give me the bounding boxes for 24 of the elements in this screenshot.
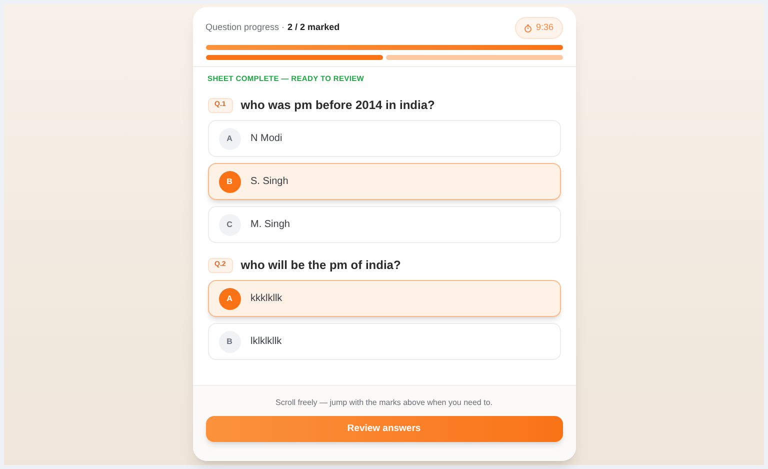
option-letter: A <box>218 288 240 310</box>
option-text: S. Singh <box>250 175 288 190</box>
marked-count: 2 / 2 marked <box>288 21 340 34</box>
option-letter: A <box>218 128 240 150</box>
option-letter: B <box>218 170 240 193</box>
option-text: M. Singh <box>250 218 290 232</box>
option-text: lklklkllk <box>250 335 282 350</box>
hint-text: Scroll freely — jump with the marks above when you need to. <box>276 397 492 409</box>
answer-option[interactable]: C M. Singh <box>208 206 560 244</box>
option-text: kkklkllk <box>250 292 282 306</box>
answer-option[interactable]: B S. Singh <box>208 163 560 200</box>
question-mark[interactable] <box>386 55 562 60</box>
answer-option[interactable]: B lklklkllk <box>208 323 560 360</box>
stopwatch-icon <box>524 24 532 32</box>
question-mark[interactable] <box>206 55 382 60</box>
question-text: who will be the pm of india? <box>240 257 401 274</box>
answer-option[interactable]: A kkklkllk <box>208 280 560 318</box>
option-letter: C <box>218 214 240 236</box>
answer-option[interactable]: A N Modi <box>208 120 560 158</box>
question-text: who was pm before 2014 in india? <box>240 97 435 114</box>
timer-text: 9:36 <box>536 21 554 34</box>
progress-label: Question progress · <box>206 21 285 34</box>
option-letter: B <box>218 330 240 353</box>
option-text: N Modi <box>250 132 282 146</box>
